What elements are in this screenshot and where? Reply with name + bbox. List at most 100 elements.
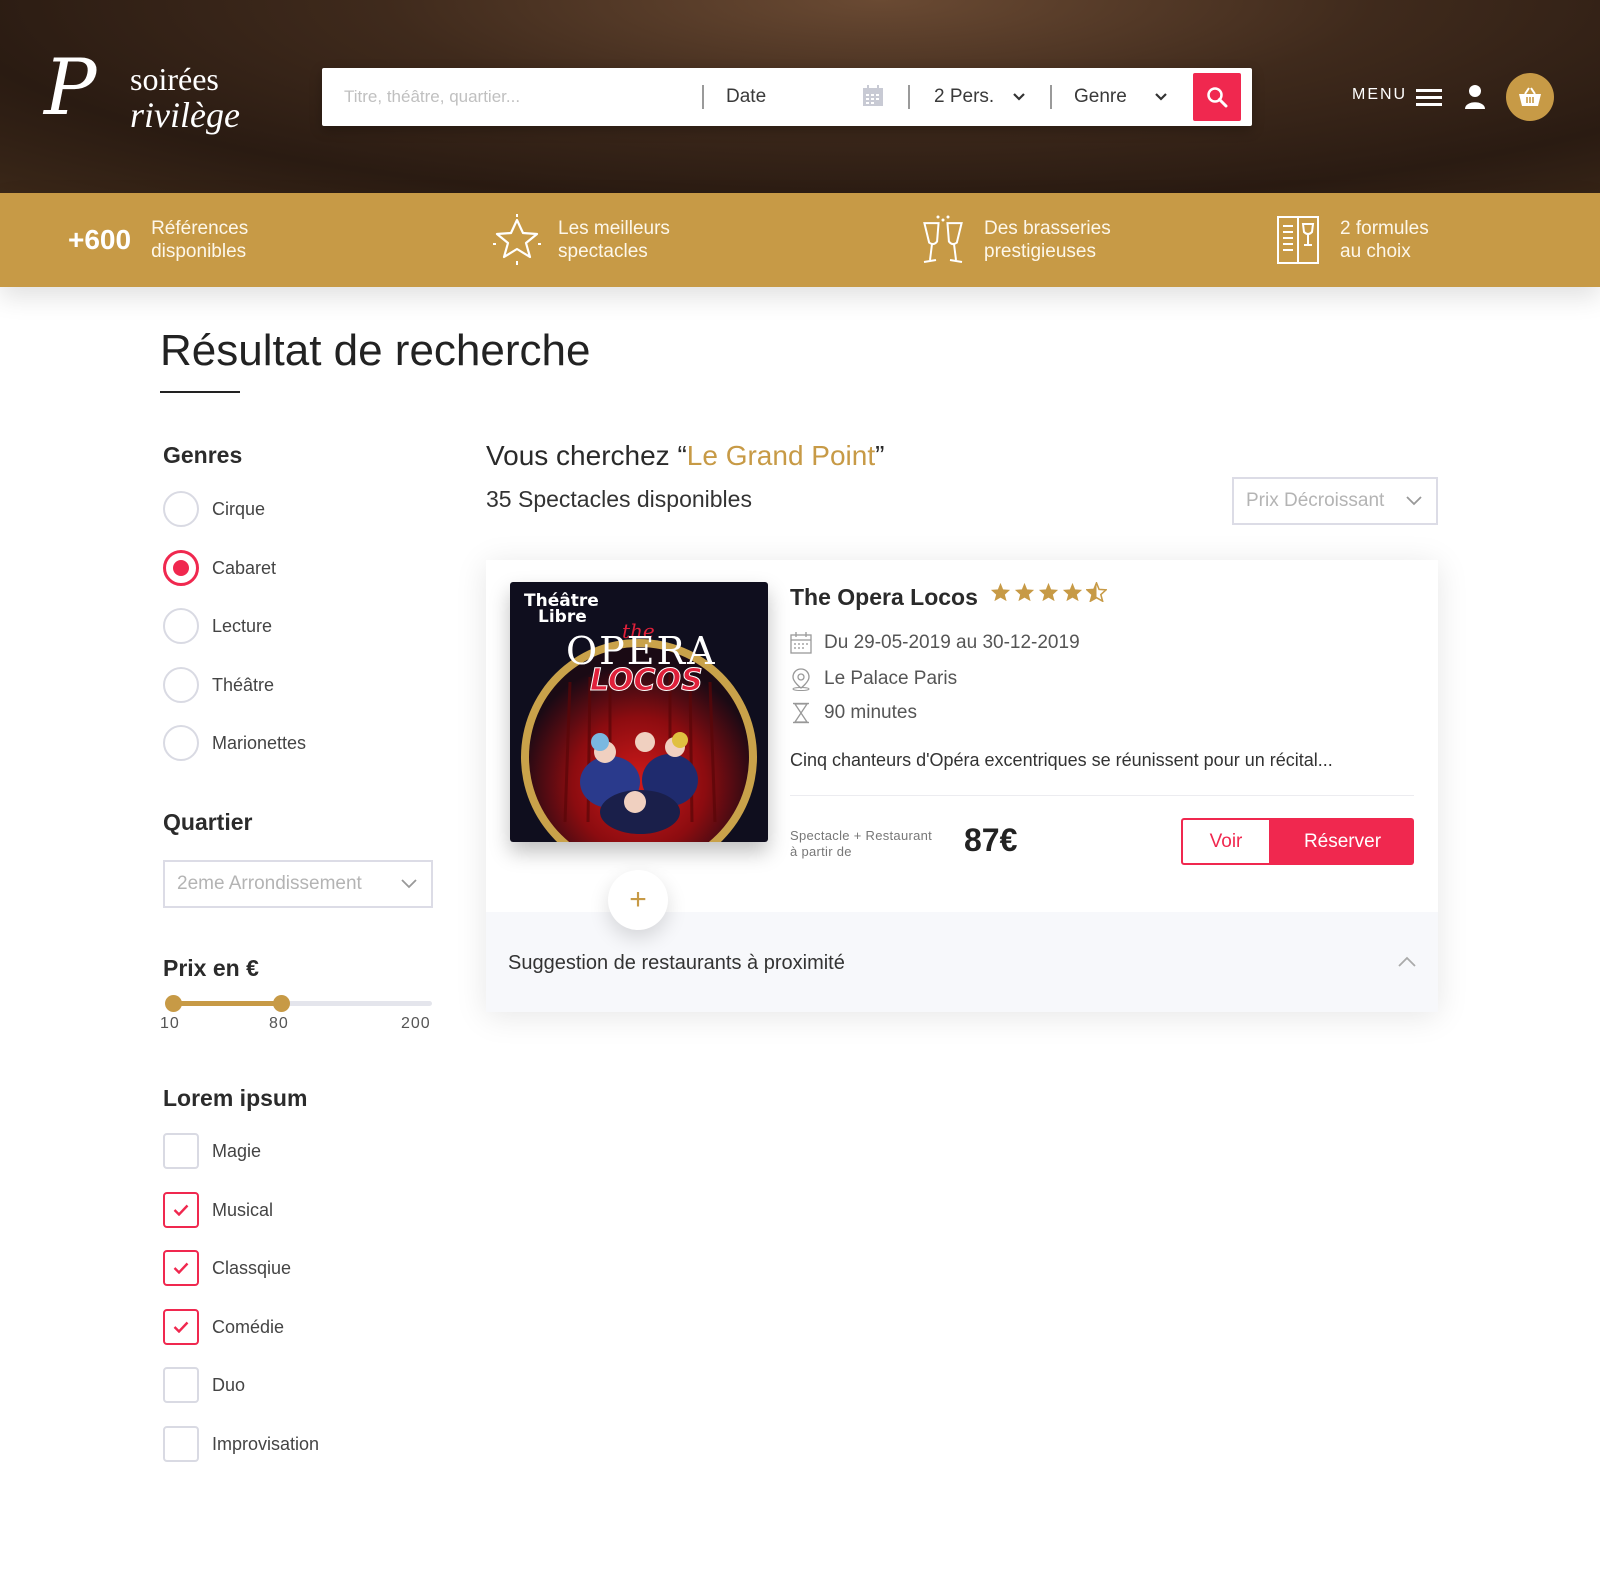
- hamburger-icon[interactable]: [1416, 87, 1442, 107]
- separator: [908, 85, 910, 109]
- features-band: +600 Références disponibles Les meilleur…: [0, 193, 1600, 287]
- feature-line: spectacles: [558, 241, 648, 262]
- rating-stars: [990, 582, 1107, 602]
- feature-line: Les meilleurs: [558, 218, 670, 239]
- option-label: Duo: [212, 1374, 246, 1395]
- show-description: Cinq chanteurs d'Opéra excentriques se r…: [790, 750, 1333, 770]
- option-label: Improvisation: [212, 1433, 320, 1454]
- result-card: Théâtre Libre the OPERA LOCOS The Opera …: [486, 560, 1438, 1012]
- option-classique[interactable]: Classqiue: [163, 1250, 291, 1286]
- option-magie[interactable]: Magie: [163, 1133, 261, 1169]
- search-heading: Vous cherchez “Le Grand Point”: [486, 440, 884, 472]
- persons-select[interactable]: 2 Pers.: [934, 68, 994, 126]
- divider: [790, 795, 1414, 796]
- genre-option-theatre[interactable]: Théâtre: [163, 667, 274, 703]
- feature-references: +600 Références disponibles: [68, 193, 248, 287]
- lorem-heading: Lorem ipsum: [163, 1085, 308, 1111]
- title-underline: [160, 391, 240, 393]
- option-musical[interactable]: Musical: [163, 1192, 273, 1228]
- voir-button[interactable]: Voir: [1181, 818, 1271, 865]
- feature-line: au choix: [1340, 241, 1411, 262]
- star-icon: [1038, 582, 1059, 602]
- search-suffix: ”: [875, 440, 885, 471]
- quartier-select[interactable]: 2eme Arrondissement: [163, 860, 433, 908]
- price-max-label: 200: [401, 1015, 431, 1032]
- checkbox-checked[interactable]: [163, 1250, 199, 1286]
- feature-line: Références: [151, 218, 249, 239]
- sort-value: Prix Décroissant: [1246, 490, 1385, 511]
- checkbox-checked[interactable]: [163, 1309, 199, 1345]
- price-slider[interactable]: [165, 995, 432, 1012]
- option-improvisation[interactable]: Improvisation: [163, 1426, 319, 1462]
- chevron-down-icon[interactable]: [1154, 90, 1168, 104]
- hourglass-icon: [793, 702, 809, 724]
- option-label: Musical: [212, 1199, 274, 1220]
- checkmark-icon: [173, 1321, 189, 1333]
- price-caption: Spectacle + Restaurant à partir de: [790, 828, 932, 860]
- chevron-down-icon: [401, 879, 417, 889]
- star-icon: [990, 582, 1011, 602]
- basket-icon: [1519, 87, 1541, 106]
- radio-button-selected[interactable]: [163, 550, 199, 586]
- price-slider-max-handle[interactable]: [273, 995, 290, 1012]
- show-venue: Le Palace Paris: [790, 667, 957, 691]
- option-duo[interactable]: Duo: [163, 1367, 245, 1403]
- radio-button[interactable]: [163, 725, 199, 761]
- radio-button[interactable]: [163, 491, 199, 527]
- show-venue-text: Le Palace Paris: [824, 668, 958, 689]
- search-input[interactable]: [344, 68, 674, 126]
- price-selected-label: 80: [269, 1015, 289, 1032]
- user-icon[interactable]: [1464, 84, 1486, 110]
- price-slider-min-handle[interactable]: [165, 995, 182, 1012]
- header: P soirées rivilège Date 2 Pers. Genre: [0, 0, 1600, 193]
- checkbox[interactable]: [163, 1133, 199, 1169]
- show-duration: 90 minutes: [790, 702, 917, 724]
- feature-line: Des brasseries: [984, 218, 1111, 239]
- poster-text: Libre: [538, 607, 587, 627]
- checkbox[interactable]: [163, 1367, 199, 1403]
- star-icon: [1062, 582, 1083, 602]
- checkbox[interactable]: [163, 1426, 199, 1462]
- feature-line: prestigieuses: [984, 241, 1096, 262]
- logo-initial: P: [44, 43, 97, 133]
- reserver-button[interactable]: Réserver: [1271, 818, 1414, 865]
- star-icon: [493, 214, 541, 265]
- feature-brasseries: Des brasseries prestigieuses: [918, 193, 1111, 287]
- price-caption-line: à partir de: [790, 844, 852, 859]
- genre-option-lecture[interactable]: Lecture: [163, 608, 272, 644]
- feature-line: disponibles: [151, 241, 247, 262]
- show-poster[interactable]: Théâtre Libre the OPERA LOCOS: [510, 582, 768, 842]
- prix-heading: Prix en €: [163, 955, 259, 981]
- quartier-value: 2eme Arrondissement: [177, 873, 362, 894]
- genre-option-marionettes[interactable]: Marionettes: [163, 725, 306, 761]
- genre-option-cirque[interactable]: Cirque: [163, 491, 265, 527]
- separator: [702, 85, 704, 109]
- show-title[interactable]: The Opera Locos: [790, 584, 978, 611]
- calendar-icon[interactable]: [862, 85, 884, 107]
- show-duration-text: 90 minutes: [824, 702, 917, 723]
- date-field[interactable]: Date: [726, 68, 766, 126]
- menu-label[interactable]: MENU: [1352, 86, 1407, 104]
- calendar-icon: [790, 632, 812, 654]
- sort-select[interactable]: Prix Décroissant: [1232, 477, 1438, 525]
- quartier-heading: Quartier: [163, 809, 253, 835]
- chevron-down-icon[interactable]: [1012, 90, 1026, 104]
- show-dates: Du 29-05-2019 au 30-12-2019: [790, 632, 1080, 654]
- basket-button[interactable]: [1506, 73, 1554, 121]
- price-min-label: 10: [160, 1015, 180, 1032]
- radio-button[interactable]: [163, 667, 199, 703]
- logo[interactable]: P soirées rivilège: [44, 49, 240, 137]
- genre-option-cabaret[interactable]: Cabaret: [163, 550, 276, 586]
- option-label: Théâtre: [212, 674, 275, 695]
- checkbox-checked[interactable]: [163, 1192, 199, 1228]
- option-label: Magie: [212, 1140, 262, 1161]
- search-term: Le Grand Point: [686, 440, 876, 471]
- radio-button[interactable]: [163, 608, 199, 644]
- chevron-down-icon: [1406, 496, 1422, 506]
- page-title: Résultat de recherche: [160, 326, 591, 375]
- search-button[interactable]: [1193, 73, 1241, 121]
- option-label: Lecture: [212, 615, 273, 636]
- genre-select[interactable]: Genre: [1074, 68, 1127, 126]
- expand-plus-button[interactable]: +: [608, 870, 668, 930]
- option-comedie[interactable]: Comédie: [163, 1309, 284, 1345]
